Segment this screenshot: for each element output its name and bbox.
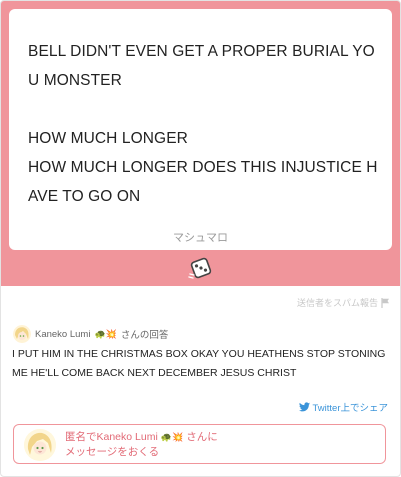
send-emoji: 🐢💥 — [160, 432, 184, 442]
dice-icon — [188, 257, 212, 279]
question-line-1: BELL DIDN'T EVEN GET A PROPER BURIAL YOU… — [28, 43, 375, 89]
question-line-4: HOW MUCH LONGER DOES THIS INJUSTICE HAVE… — [28, 159, 378, 205]
twitter-share-link[interactable]: Twitter上でシェア — [298, 400, 388, 414]
report-spam-link[interactable]: 送信者をスパム報告 — [297, 296, 390, 309]
twitter-share-label: Twitter上でシェア — [312, 403, 388, 414]
recipient-avatar — [24, 429, 56, 461]
send-prefix: 匿名でKaneko Lumi — [65, 431, 158, 443]
brand-label: マシュマロ — [173, 232, 228, 244]
send-message-text: 匿名でKaneko Lumi 🐢💥 さんに メッセージをおくる — [65, 430, 218, 460]
question-line-2 — [28, 95, 380, 124]
question-card: BELL DIDN'T EVEN GET A PROPER BURIAL YOU… — [9, 9, 392, 250]
report-spam-label: 送信者をスパム報告 — [296, 298, 378, 308]
answer-text: I PUT HIM IN THE CHRISTMAS BOX OKAY YOU … — [12, 348, 386, 379]
marshmallow-page: BELL DIDN'T EVEN GET A PROPER BURIAL YOU… — [0, 0, 401, 477]
send-line-2: メッセージをおくる — [65, 446, 160, 458]
send-suffix: さんに — [186, 431, 218, 443]
question-message: BELL DIDN'T EVEN GET A PROPER BURIAL YOU… — [28, 37, 380, 211]
send-message-button[interactable]: 匿名でKaneko Lumi 🐢💥 さんに メッセージをおくる — [13, 424, 386, 464]
answer-header: Kaneko Lumi 🐢💥 さんの回答 — [13, 325, 168, 343]
answer-suffix: さんの回答 — [120, 330, 169, 341]
answerer-emoji: 🐢💥 — [94, 328, 117, 339]
question-line-3: HOW MUCH LONGER — [28, 130, 188, 147]
flag-icon — [381, 297, 389, 308]
twitter-bird-icon — [298, 402, 310, 412]
answerer-name[interactable]: Kaneko Lumi — [35, 329, 90, 340]
answerer-avatar[interactable] — [13, 325, 31, 343]
